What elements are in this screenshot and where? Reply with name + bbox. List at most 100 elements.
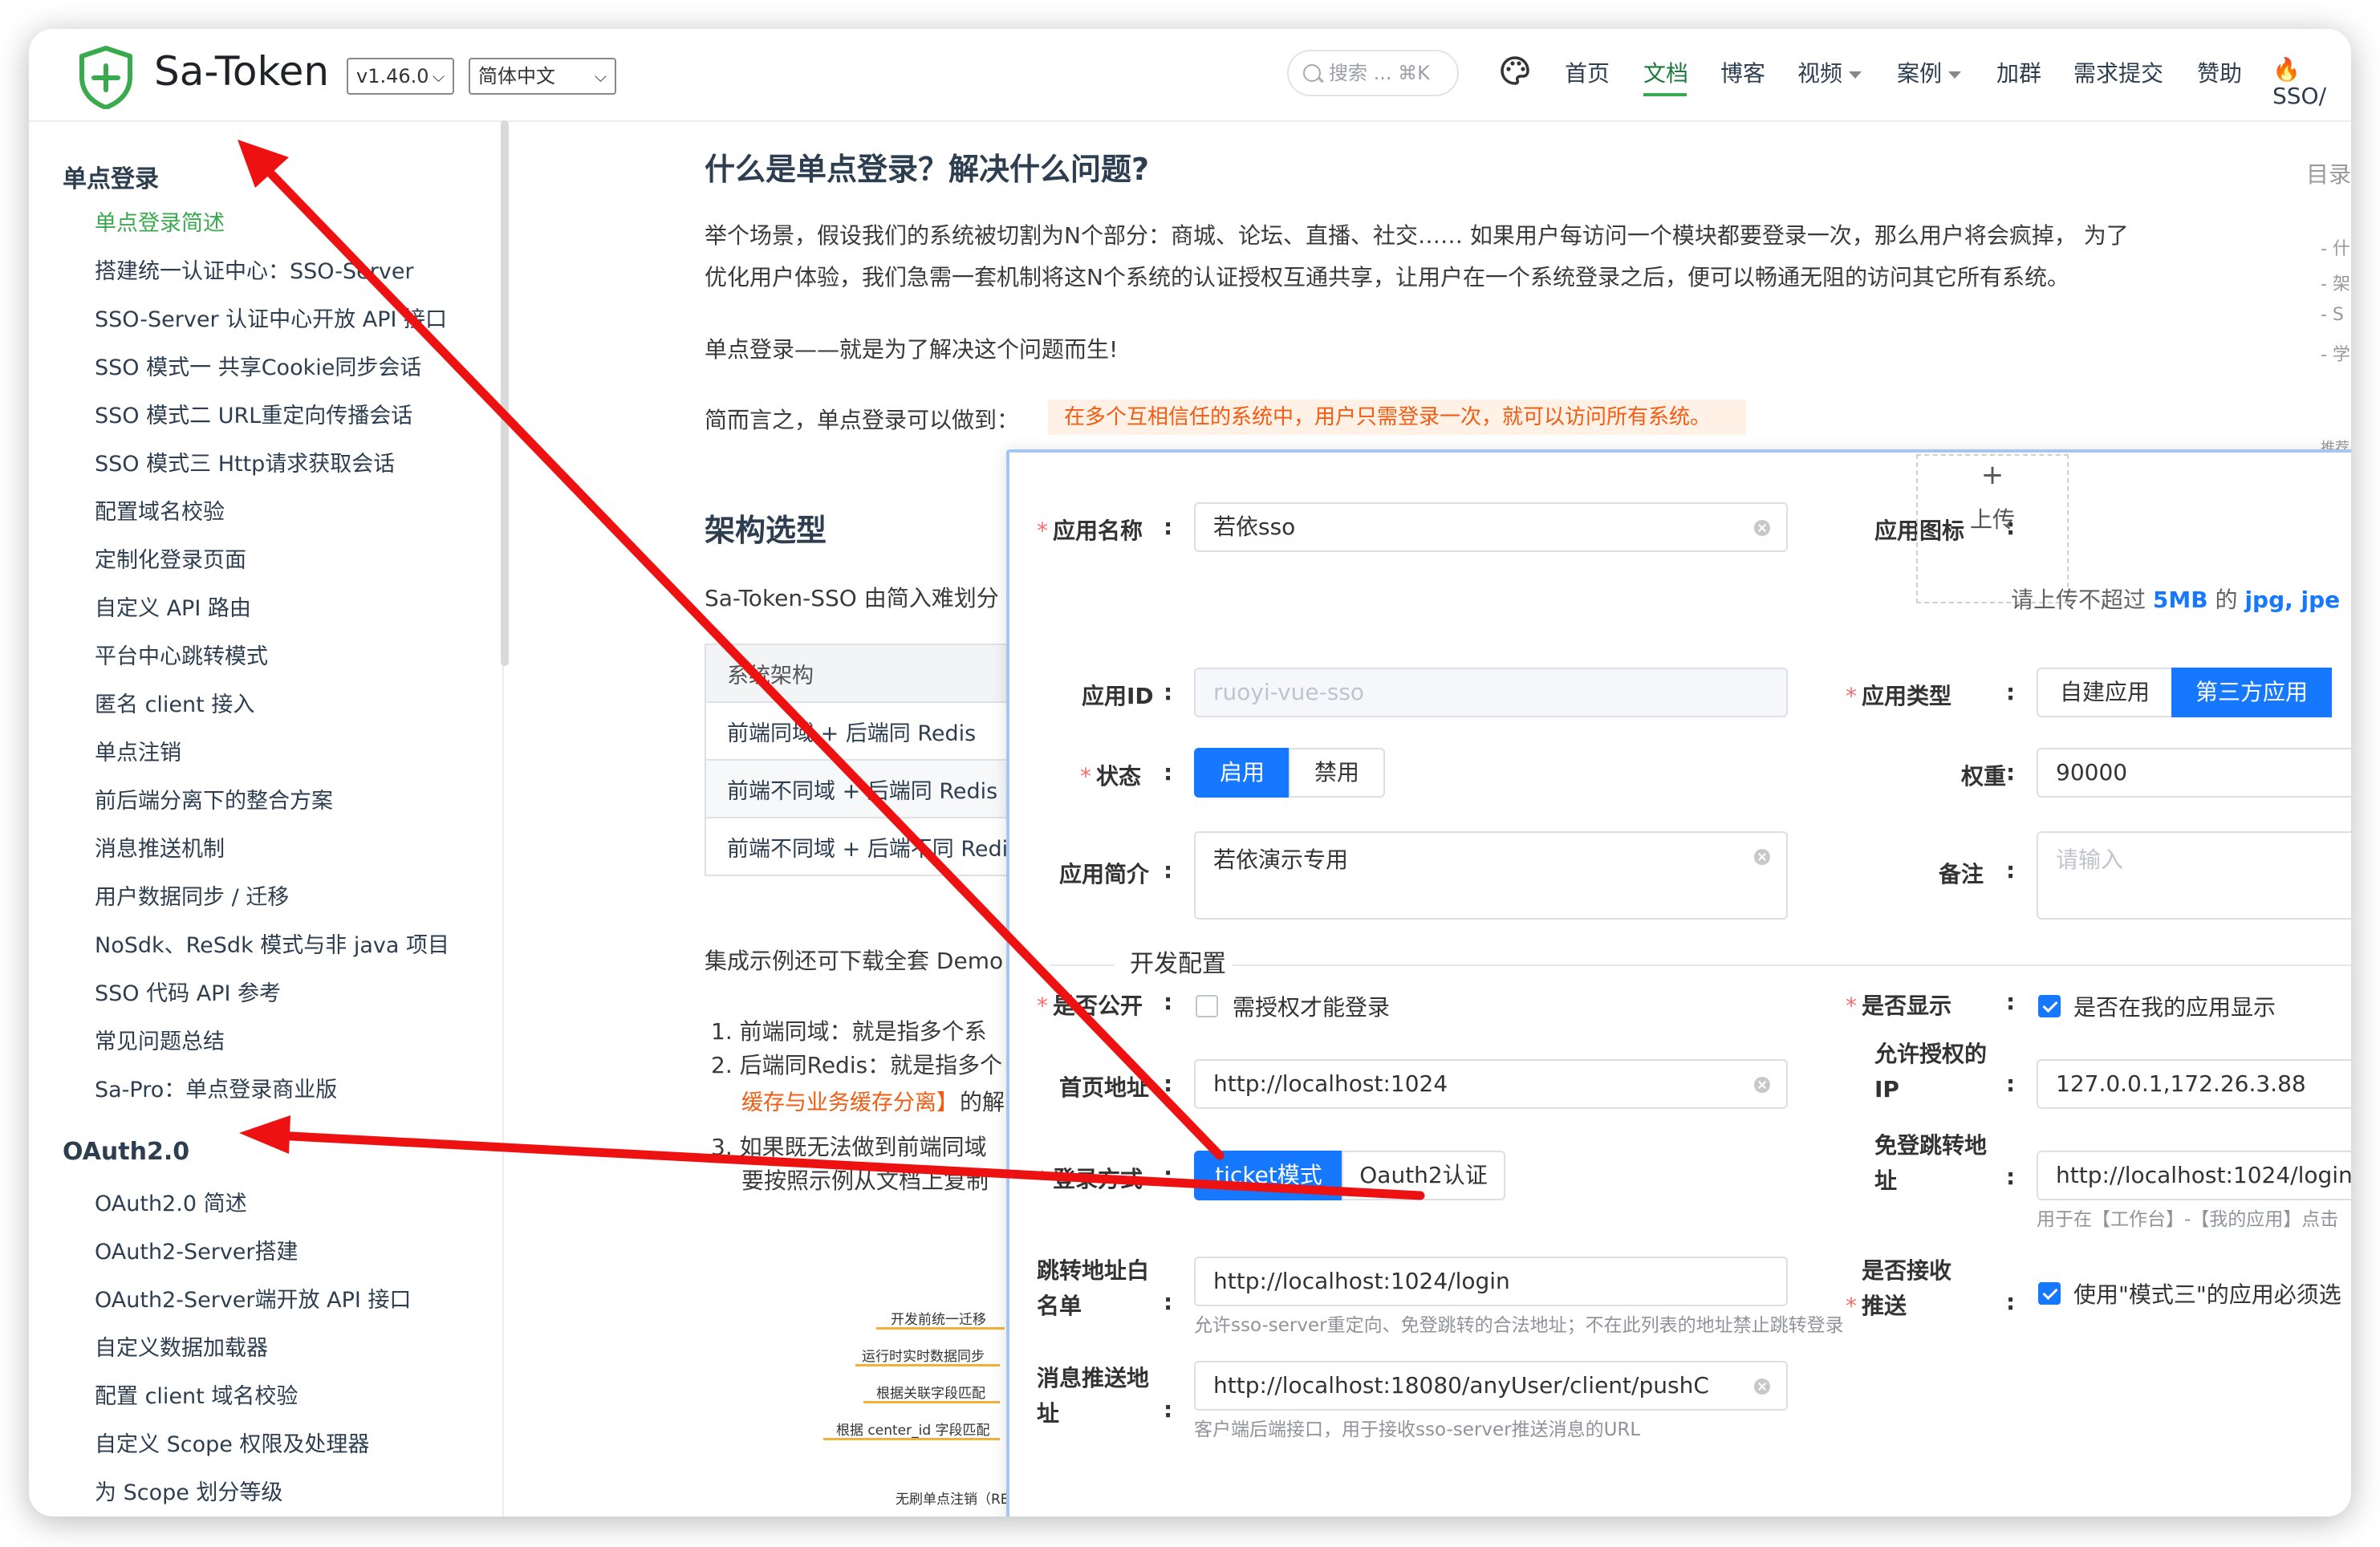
nav-sso[interactable]: 🔥 SSO/ [2272, 56, 2351, 109]
allowed-ip-input[interactable]: 127.0.0.1,172.26.3.88 [2037, 1059, 2351, 1109]
sidebar-item[interactable]: 单点注销 [95, 735, 181, 766]
icon-upload-box[interactable]: + 上传 [1916, 454, 2069, 603]
label-whitelist-line1: 跳转地址白 [1037, 1257, 1150, 1284]
app-type-third-party[interactable]: 第三方应用 [2171, 668, 2332, 717]
theme-palette-icon[interactable] [1499, 55, 1531, 87]
nav-home[interactable]: 首页 [1565, 56, 1610, 88]
label-public-text: 是否公开 [1053, 993, 1143, 1019]
sidebar-item[interactable]: 前后端分离下的整合方案 [95, 783, 333, 814]
sidebar-item[interactable]: 自定义 Scope 权限及处理器 [95, 1427, 369, 1458]
description-value: 若依演示专用 [1213, 847, 1349, 873]
search-input[interactable]: 搜索 ... ⌘K [1287, 50, 1459, 96]
sidebar-item[interactable]: SSO 模式三 Http请求获取会话 [95, 446, 395, 477]
status-disabled[interactable]: 禁用 [1289, 748, 1385, 798]
language-select[interactable]: 简体中文 ⌵ [469, 58, 616, 95]
toc-item[interactable]: - 架 [2321, 270, 2350, 295]
brand-name[interactable]: Sa-Token [154, 48, 329, 95]
push-url-input[interactable]: http://localhost:18080/anyUser/client/pu… [1194, 1361, 1788, 1411]
clear-icon[interactable] [1754, 520, 1770, 536]
sidebar-item[interactable]: SSO 代码 API 参考 [95, 976, 281, 1007]
sidebar-item[interactable]: OAuth2-Server端开放 API 接口 [95, 1282, 411, 1314]
mindmap-node: 开发前统一迁移 [891, 1312, 986, 1328]
version-select[interactable]: v1.46.0 ⌵ [347, 58, 454, 95]
whitelist-input[interactable]: http://localhost:1024/login [1194, 1257, 1788, 1306]
sidebar-item[interactable]: SSO 模式一 共享Cookie同步会话 [95, 350, 421, 381]
app-type-self-built[interactable]: 自建应用 [2037, 668, 2173, 717]
sidebar-item[interactable]: Sa-Pro：单点登录商业版 [95, 1072, 337, 1103]
sidebar-item[interactable]: 消息推送机制 [95, 831, 225, 863]
sidebar-item[interactable]: 匿名 client 接入 [95, 687, 254, 718]
sidebar-item[interactable]: NoSdk、ReSdk 模式与非 java 项目 [95, 928, 449, 959]
nav-cases[interactable]: 案例 [1897, 56, 1962, 88]
sidebar-group-sso[interactable]: 单点登录 [63, 159, 159, 194]
sidebar-item[interactable]: 定制化登录页面 [95, 542, 246, 574]
sidebar-item[interactable]: 为 Scope 划分等级 [95, 1475, 282, 1506]
sidebar-item[interactable]: 配置域名校验 [95, 494, 225, 526]
clear-icon[interactable] [1754, 849, 1770, 865]
orange-link[interactable]: 缓存与业务缓存分离】 [741, 1085, 958, 1116]
status-enabled[interactable]: 启用 [1194, 748, 1290, 798]
shield-plus-logo-icon[interactable] [77, 45, 135, 109]
label-colon: : [1164, 1070, 1173, 1097]
sidebar-item[interactable]: 搭建统一认证中心：SSO-Server [95, 254, 414, 285]
sidebar-item[interactable]: 用户数据同步 / 迁移 [95, 879, 289, 911]
login-mode-oauth2[interactable]: Oauth2认证 [1342, 1151, 1505, 1200]
receive-push-label[interactable]: 使用"模式三"的应用必须选 [2073, 1277, 2341, 1309]
clear-icon[interactable] [1754, 1077, 1770, 1093]
push-url-value: http://localhost:18080/anyUser/client/pu… [1213, 1372, 1709, 1399]
required-mark: * [1037, 518, 1048, 544]
sidebar-group-oauth2[interactable]: OAuth2.0 [63, 1138, 189, 1166]
app-name-value: 若依sso [1213, 514, 1296, 540]
label-colon: : [2006, 1163, 2016, 1190]
sidebar-item[interactable]: 自定义数据加载器 [95, 1330, 268, 1362]
description-textarea[interactable]: 若依演示专用 [1194, 831, 1788, 920]
sidebar-item[interactable]: OAuth2-Server搭建 [95, 1234, 299, 1265]
label-colon: : [1164, 989, 1173, 1015]
nav-docs[interactable]: 文档 [1643, 56, 1688, 88]
sidebar-item[interactable]: 平台中心跳转模式 [95, 639, 268, 670]
show-checkbox-label[interactable]: 是否在我的应用显示 [2073, 990, 2276, 1022]
toc-title: 目录 [2306, 161, 2351, 188]
app-name-input[interactable]: 若依sso [1194, 502, 1788, 552]
paragraph-sso-purpose: 单点登录——就是为了解决这个问题而生! [705, 336, 1119, 363]
mindmap-node: 根据 center_id 字段匹配 [836, 1423, 990, 1439]
login-mode-ticket[interactable]: ticket模式 [1194, 1151, 1343, 1200]
toc-item[interactable]: - S [2321, 305, 2344, 325]
sidebar-item[interactable]: 配置 client 域名校验 [95, 1378, 298, 1410]
toc-item[interactable]: - 学 [2321, 340, 2350, 366]
upload-tip: 请上传不超过 5MB 的 jpg, jpe [2011, 583, 2340, 615]
remark-textarea[interactable]: 请输入 [2037, 831, 2351, 920]
weight-input[interactable]: 90000 [2037, 748, 2351, 798]
home-url-input[interactable]: http://localhost:1024 [1194, 1059, 1788, 1109]
toc-item[interactable]: - 什 [2321, 234, 2350, 260]
receive-push-checkbox[interactable] [2038, 1282, 2061, 1305]
search-placeholder: 搜索 ... ⌘K [1329, 62, 1430, 84]
nav-sponsor[interactable]: 赞助 [2197, 56, 2242, 88]
sidebar-item[interactable]: OAuth2.0 简述 [95, 1186, 247, 1217]
label-allowed-ip-line2: IP [1874, 1076, 1899, 1102]
sidebar-item[interactable]: 自定义 API 路由 [95, 591, 251, 622]
label-receive-line1-text: 是否接收 [1862, 1257, 1952, 1284]
clear-icon[interactable] [1754, 1378, 1770, 1395]
label-nologin-line2: 址 [1874, 1167, 1898, 1194]
sidebar-item[interactable]: SSO 模式二 URL重定向传播会话 [95, 398, 412, 429]
paragraph-scenario-line2: 优化用户体验，我们急需一套机制将这N个系统的认证授权互通共享，让用户在一个系统登… [705, 264, 2069, 290]
sidebar-scrollbar[interactable] [501, 120, 509, 666]
nologin-url-input[interactable]: http://localhost:1024/login [2037, 1151, 2351, 1200]
show-checkbox[interactable] [2038, 995, 2061, 1017]
label-public: * 是否公开 [1037, 989, 1143, 1024]
sidebar-item[interactable]: SSO-Server 认证中心开放 API 接口 [95, 302, 447, 333]
upload-tip-types: jpg, jpe [2244, 587, 2341, 613]
nav-feature-request[interactable]: 需求提交 [2073, 56, 2163, 88]
sidebar-item[interactable]: 单点登录简述 [95, 205, 225, 237]
nav-blog[interactable]: 博客 [1720, 56, 1765, 88]
public-checkbox-label[interactable]: 需授权才能登录 [1233, 990, 1390, 1022]
label-colon: : [2006, 679, 2016, 705]
label-push-url-line2: 址 [1037, 1400, 1060, 1427]
public-checkbox[interactable] [1196, 995, 1218, 1017]
nav-join-group[interactable]: 加群 [1996, 56, 2041, 88]
label-remark: 备注 [1939, 861, 1984, 887]
sidebar-item[interactable]: 常见问题总结 [95, 1024, 225, 1055]
label-login-mode: * 登录方式 [1037, 1162, 1143, 1197]
nav-video[interactable]: 视频 [1797, 56, 1862, 88]
